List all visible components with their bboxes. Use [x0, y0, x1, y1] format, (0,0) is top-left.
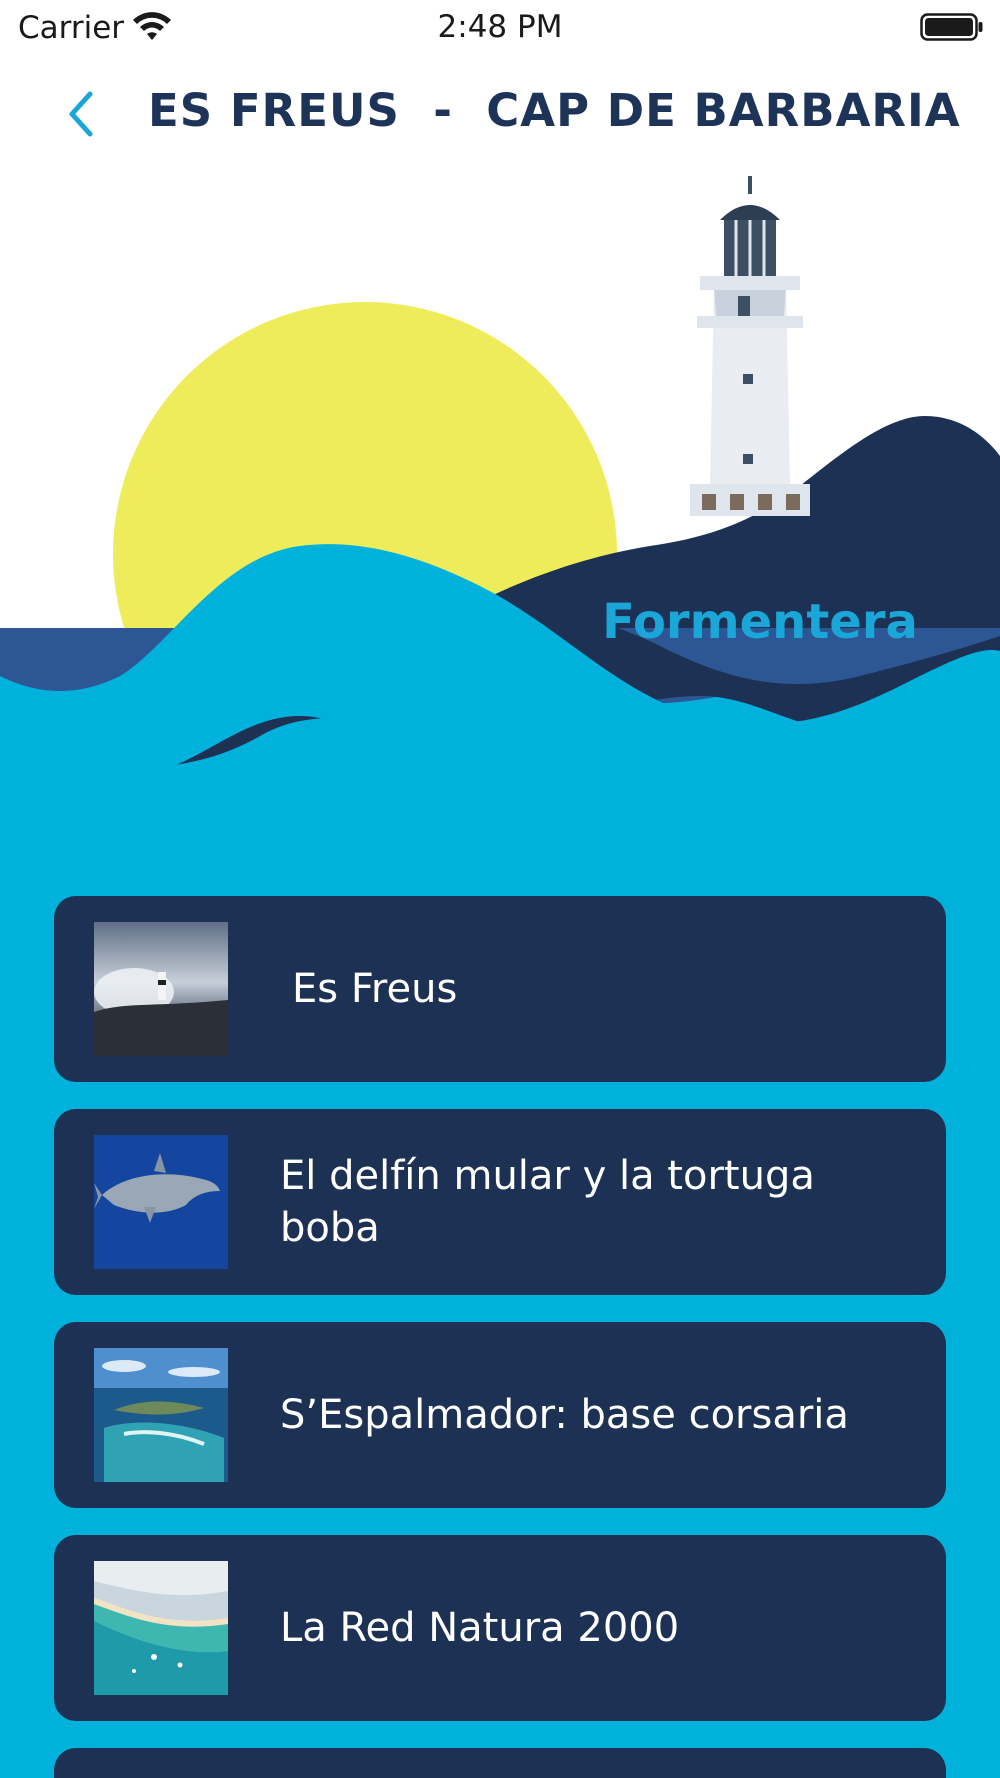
chevron-left-icon[interactable] [60, 86, 104, 142]
lighthouse-storm-thumbnail [94, 922, 228, 1056]
list-item-espalmador[interactable]: S’Espalmador: base corsaria [54, 1322, 946, 1508]
dolphin-thumbnail [94, 1135, 228, 1269]
hero-caption: Formentera [602, 594, 918, 650]
screen: Carrier 2:48 PM ES FREUS - CAP DE BARBAR… [0, 0, 1000, 1778]
list-item-delfin-mular[interactable]: El delfín mular y la tortuga boba [54, 1109, 946, 1295]
list-item-label: Es Freus [292, 966, 458, 1012]
page-title: ES FREUS - CAP DE BARBARIA [148, 84, 961, 137]
clock: 2:48 PM [437, 9, 563, 45]
list-item-label: S’Espalmador: base corsaria [280, 1392, 849, 1438]
list-item-es-freus[interactable]: Es Freus [54, 896, 946, 1082]
list-item-red-natura[interactable]: La Red Natura 2000 [54, 1535, 946, 1721]
topic-list: Es Freus El delfín mular y la tortuga bo… [54, 896, 946, 1778]
hero-illustration: Formentera [0, 176, 1000, 876]
nav-bar: ES FREUS - CAP DE BARBARIA [0, 56, 1000, 176]
list-item-next[interactable] [54, 1748, 946, 1778]
list-item-label: La Red Natura 2000 [280, 1605, 680, 1651]
list-item-label: El delfín mular y la tortuga boba [280, 1153, 815, 1251]
beach-aerial-thumbnail [94, 1561, 228, 1695]
status-bar: Carrier 2:48 PM [0, 0, 1000, 56]
battery-icon [920, 13, 983, 41]
island-aerial-thumbnail [94, 1348, 228, 1482]
